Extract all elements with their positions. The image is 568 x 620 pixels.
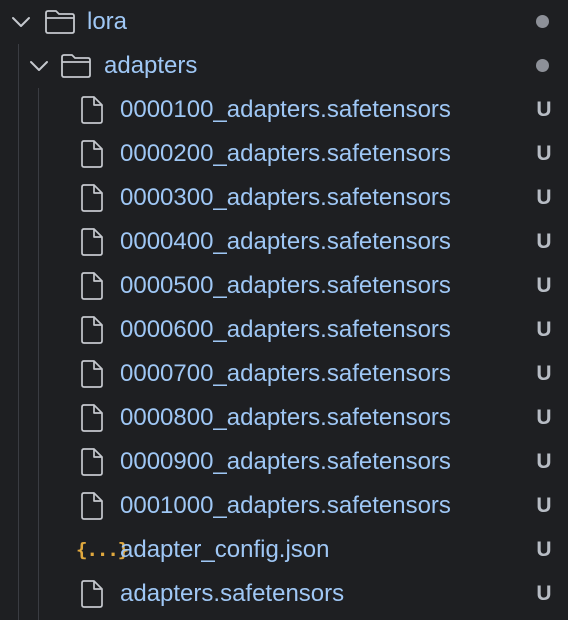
modified-dot-indicator [536,15,549,28]
folder-label-lora: lora [87,8,128,35]
untracked-badge: U [536,318,552,341]
untracked-badge: U [536,406,552,429]
file-row[interactable]: 0001000_adapters.safetensors U [0,484,568,528]
file-label: 0000600_adapters.safetensors [120,316,451,343]
untracked-badge: U [536,98,552,121]
file-row[interactable]: 0000300_adapters.safetensors U [0,176,568,220]
folder-row-lora[interactable]: lora [0,0,568,44]
untracked-badge: U [536,362,552,385]
file-label: 0000800_adapters.safetensors [120,404,451,431]
file-icon [81,228,103,256]
file-row[interactable]: {...} adapter_config.json U [0,528,568,572]
folder-label-adapters: adapters [104,52,198,79]
file-label: 0000700_adapters.safetensors [120,360,451,387]
untracked-badge: U [536,274,552,297]
file-label: 0000300_adapters.safetensors [120,184,451,211]
untracked-badge: U [536,582,552,605]
folder-icon [61,54,91,78]
chevron-down-icon[interactable] [28,55,50,77]
file-row[interactable]: 0000700_adapters.safetensors U [0,352,568,396]
file-icon [81,360,103,388]
json-braces-icon: {...} [76,539,129,561]
file-row[interactable]: 0000900_adapters.safetensors U [0,440,568,484]
file-label: 0000200_adapters.safetensors [120,140,451,167]
untracked-badge: U [536,186,552,209]
modified-dot-indicator [536,59,549,72]
file-icon [81,580,103,608]
file-icon [81,272,103,300]
file-label: 0000900_adapters.safetensors [120,448,451,475]
file-label: adapters.safetensors [120,580,345,607]
untracked-badge: U [536,230,552,253]
chevron-down-icon[interactable] [10,11,32,33]
file-label: 0000400_adapters.safetensors [120,228,451,255]
file-icon [81,316,103,344]
file-explorer-tree: lora adapters 0000100_adapters.safetenso… [0,0,568,620]
file-icon [81,184,103,212]
untracked-badge: U [536,494,552,517]
file-row[interactable]: 0000200_adapters.safetensors U [0,132,568,176]
file-row[interactable]: 0000800_adapters.safetensors U [0,396,568,440]
file-row[interactable]: adapters.safetensors U [0,572,568,616]
file-icon [81,140,103,168]
file-row[interactable]: 0000400_adapters.safetensors U [0,220,568,264]
folder-row-adapters[interactable]: adapters [0,44,568,88]
untracked-badge: U [536,450,552,473]
file-row[interactable]: 0000600_adapters.safetensors U [0,308,568,352]
file-icon [81,448,103,476]
file-icon [81,96,103,124]
file-label: adapter_config.json [120,536,330,563]
file-label: 0001000_adapters.safetensors [120,492,451,519]
file-label: 0000500_adapters.safetensors [120,272,451,299]
folder-icon [45,10,75,34]
untracked-badge: U [536,538,552,561]
file-label: 0000100_adapters.safetensors [120,96,451,123]
file-row[interactable]: 0000500_adapters.safetensors U [0,264,568,308]
untracked-badge: U [536,142,552,165]
file-row[interactable]: 0000100_adapters.safetensors U [0,88,568,132]
file-icon [81,492,103,520]
file-icon [81,404,103,432]
